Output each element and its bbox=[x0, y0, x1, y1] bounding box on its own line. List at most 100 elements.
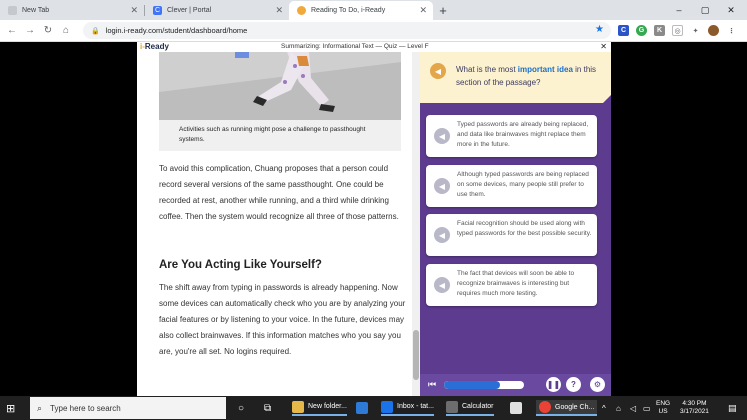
taskbar-app-label: Calculator bbox=[462, 403, 494, 410]
option-audio-speaker-icon[interactable]: ◀ bbox=[434, 277, 450, 293]
quiz-title: Summarizing: Informational Text — Quiz —… bbox=[281, 43, 429, 50]
close-tab-icon[interactable]: ✕ bbox=[130, 5, 138, 16]
taskbar-app-calculator[interactable]: Calculator bbox=[446, 400, 494, 416]
question-audio-speaker-icon[interactable]: ◀ bbox=[430, 63, 446, 79]
address-bar[interactable]: 🔒 login.i-ready.com/student/dashboard/ho… bbox=[83, 22, 611, 39]
tab-title: New Tab bbox=[22, 7, 50, 14]
back-icon[interactable]: ← bbox=[3, 22, 21, 40]
quiz-progress-bar bbox=[444, 381, 524, 389]
tab-strip: New Tab ✕ C Clever | Portal ✕ Reading To… bbox=[0, 0, 747, 20]
cortana-icon[interactable]: ○ bbox=[238, 400, 244, 416]
paragraph: To avoid this complication, Chuang propo… bbox=[159, 164, 399, 221]
close-tab-icon[interactable]: ✕ bbox=[419, 5, 427, 16]
iready-favicon bbox=[297, 6, 306, 15]
skip-back-icon[interactable]: ⏮ bbox=[428, 379, 436, 390]
browser-toolbar: ← → ↻ ⌂ 🔒 login.i-ready.com/student/dash… bbox=[0, 20, 747, 42]
question-panel: ◀ What is the most important idea in thi… bbox=[420, 52, 611, 396]
bookmark-star-icon[interactable]: ★ bbox=[595, 24, 604, 35]
taskbar-app-store[interactable] bbox=[510, 400, 526, 416]
answer-option-text: Although typed passwords are being repla… bbox=[457, 171, 589, 198]
taskbar-search-box[interactable]: ⌕ Type here to search bbox=[30, 397, 226, 419]
extension-icon[interactable]: K bbox=[654, 25, 665, 36]
answer-option-d[interactable]: ◀ The fact that devices will soon be abl… bbox=[426, 264, 597, 306]
option-audio-speaker-icon[interactable]: ◀ bbox=[434, 128, 450, 144]
section-heading: Are You Acting Like Yourself? bbox=[159, 259, 322, 271]
menu-kebab-icon[interactable]: ⋮ bbox=[726, 25, 737, 36]
scrollbar-thumb[interactable] bbox=[413, 330, 419, 380]
tray-chevron-up-icon[interactable]: ^ bbox=[602, 400, 606, 416]
close-window-button[interactable]: ✕ bbox=[718, 0, 744, 20]
grammar-extension-icon[interactable]: G bbox=[636, 25, 647, 36]
photo-caption: Activities such as running might pose a … bbox=[159, 120, 401, 151]
taskbar-app-mail[interactable]: Inbox - tat... bbox=[381, 400, 434, 416]
reading-passage: Activities such as running might pose a … bbox=[137, 52, 420, 396]
passage-scrollbar[interactable] bbox=[412, 52, 420, 396]
taskbar-app-file-explorer[interactable]: New folder... bbox=[292, 400, 347, 416]
settings-gear-icon[interactable]: ⚙ bbox=[590, 377, 605, 392]
taskbar-app-chrome[interactable]: Google Ch... bbox=[536, 400, 598, 416]
screenshot-extension-icon[interactable]: ◎ bbox=[672, 25, 683, 36]
language-code: ENG bbox=[656, 400, 671, 407]
question-highlight: important idea bbox=[517, 65, 573, 74]
chrome-icon bbox=[539, 401, 551, 413]
tab-title: Reading To Do, i-Ready bbox=[311, 7, 386, 14]
option-audio-speaker-icon[interactable]: ◀ bbox=[434, 227, 450, 243]
lock-icon: 🔒 bbox=[91, 27, 100, 35]
volume-icon[interactable]: ◁ bbox=[630, 400, 636, 416]
url-text: login.i-ready.com/student/dashboard/home bbox=[105, 26, 248, 35]
search-icon: ⌕ bbox=[37, 402, 43, 413]
answer-option-text: Facial recognition should be used along … bbox=[457, 220, 592, 237]
profile-avatar[interactable] bbox=[708, 25, 719, 36]
running-photo bbox=[159, 52, 401, 120]
new-tab-favicon bbox=[8, 6, 17, 15]
taskbar-app-label: New folder... bbox=[308, 403, 347, 410]
clock[interactable]: 4:30 PM 3/17/2021 bbox=[680, 400, 709, 416]
forward-icon[interactable]: → bbox=[21, 22, 39, 40]
home-icon[interactable]: ⌂ bbox=[57, 22, 75, 40]
minimize-button[interactable]: – bbox=[666, 0, 692, 20]
region-code: US bbox=[658, 408, 668, 415]
language-indicator[interactable]: ENG US bbox=[656, 400, 670, 416]
maximize-button[interactable]: ▢ bbox=[692, 0, 718, 20]
taskbar-app-media[interactable] bbox=[356, 400, 372, 416]
notification-icon[interactable]: ▤ bbox=[728, 400, 737, 416]
clock-date: 3/17/2021 bbox=[680, 408, 709, 415]
task-view-icon[interactable]: ⧉ bbox=[264, 400, 271, 416]
tab-clever-portal[interactable]: C Clever | Portal ✕ bbox=[145, 1, 289, 20]
clock-time: 4:30 PM bbox=[682, 400, 707, 407]
answer-option-b[interactable]: ◀ Although typed passwords are being rep… bbox=[426, 165, 597, 207]
clever-favicon: C bbox=[153, 6, 162, 15]
reload-icon[interactable]: ↻ bbox=[39, 22, 57, 40]
answer-option-a[interactable]: ◀ Typed passwords are already being repl… bbox=[426, 115, 597, 157]
question-prefix: What is the most bbox=[456, 65, 518, 74]
answer-option-text: Typed passwords are already being replac… bbox=[457, 121, 589, 148]
mail-icon bbox=[381, 400, 393, 413]
tab-title: Clever | Portal bbox=[167, 7, 212, 14]
iready-logo: i-Ready bbox=[140, 42, 169, 51]
close-quiz-button[interactable]: ✕ bbox=[600, 42, 607, 51]
answer-option-text: The fact that devices will soon be able … bbox=[457, 270, 575, 297]
answer-option-c[interactable]: ◀ Facial recognition should be used alon… bbox=[426, 214, 597, 256]
paragraph: The shift away from typing in passwords … bbox=[159, 283, 406, 356]
store-bag-icon bbox=[510, 402, 522, 414]
quiz-header: i-Ready Summarizing: Informational Text … bbox=[137, 42, 611, 52]
search-placeholder: Type here to search bbox=[50, 403, 121, 413]
running-legs-illustration bbox=[159, 52, 401, 120]
question-text: What is the most important idea in this … bbox=[456, 63, 606, 89]
taskbar-app-label: Inbox - tat... bbox=[397, 403, 434, 410]
option-audio-speaker-icon[interactable]: ◀ bbox=[434, 178, 450, 194]
tab-new-tab[interactable]: New Tab ✕ bbox=[0, 1, 144, 20]
windows-start-icon[interactable]: ⊞ bbox=[6, 402, 15, 415]
close-tab-icon[interactable]: ✕ bbox=[275, 5, 283, 16]
battery-icon[interactable]: ▭ bbox=[643, 400, 651, 416]
logo-name: Ready bbox=[144, 42, 169, 51]
tab-iready[interactable]: Reading To Do, i-Ready ✕ bbox=[289, 1, 433, 20]
taskbar-app-label: Google Ch... bbox=[555, 403, 595, 411]
quiz-progress-fill bbox=[444, 381, 500, 389]
pause-button[interactable]: ❚❚ bbox=[546, 377, 561, 392]
network-icon[interactable]: ⌂ bbox=[616, 400, 621, 416]
help-button[interactable]: ? bbox=[566, 377, 581, 392]
extensions-puzzle-icon[interactable]: ✦ bbox=[690, 25, 701, 36]
clever-extension-icon[interactable]: C bbox=[618, 25, 629, 36]
new-tab-button[interactable]: + bbox=[433, 1, 453, 20]
